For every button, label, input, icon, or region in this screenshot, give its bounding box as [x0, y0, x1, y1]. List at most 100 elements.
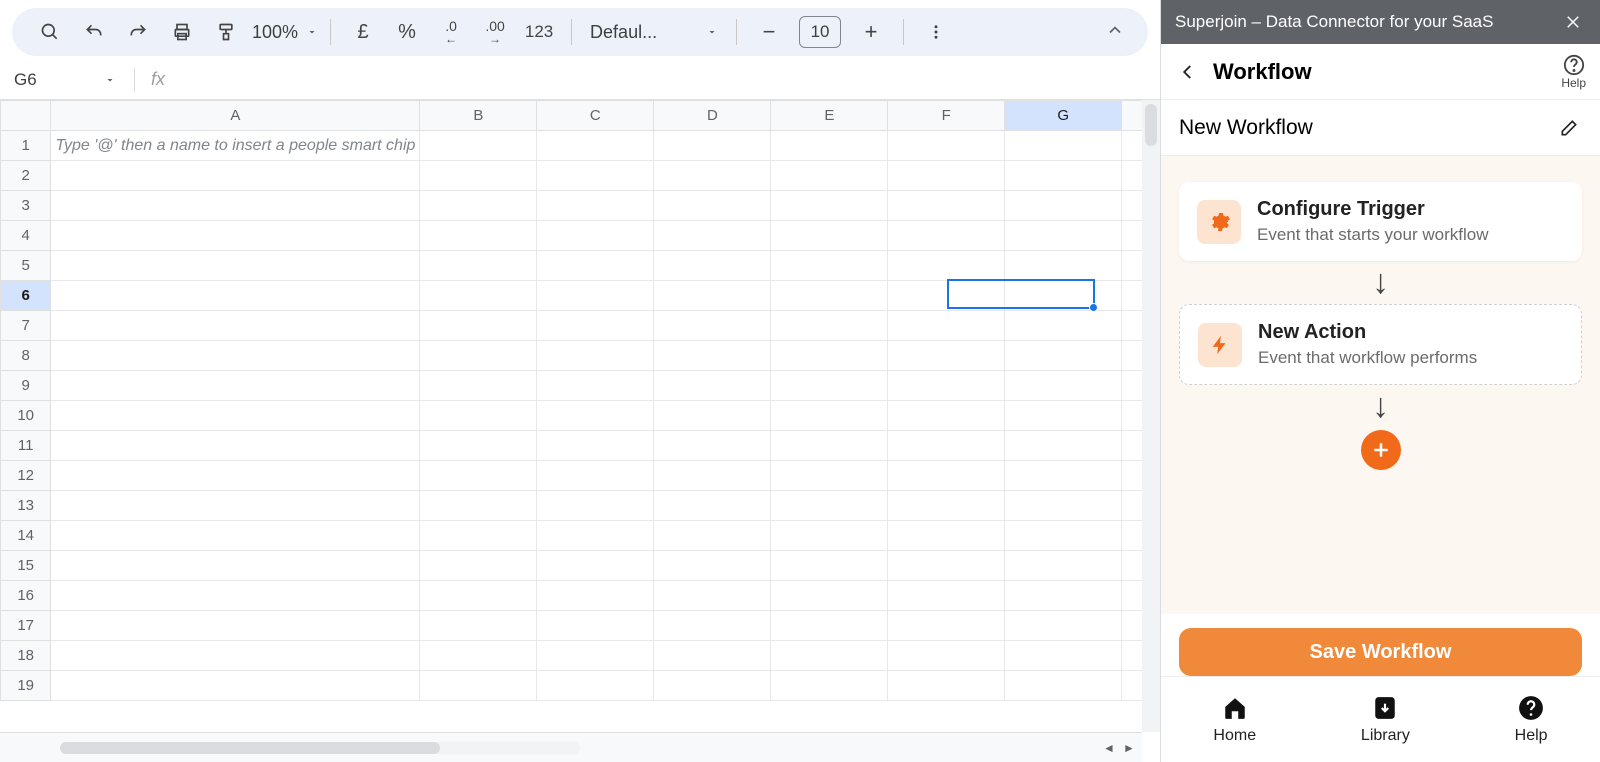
cell[interactable] [420, 641, 537, 671]
scroll-left-icon[interactable]: ◄ [1100, 739, 1118, 757]
undo-icon[interactable] [74, 12, 114, 52]
cell[interactable] [654, 581, 771, 611]
footer-home[interactable]: Home [1213, 695, 1256, 745]
cell[interactable] [537, 131, 654, 161]
cell[interactable] [654, 551, 771, 581]
cell[interactable] [654, 641, 771, 671]
increase-font-size-button[interactable]: + [851, 12, 891, 52]
cell[interactable] [888, 551, 1005, 581]
cell[interactable] [420, 281, 537, 311]
increase-decimal-button[interactable]: .00 → [475, 12, 515, 52]
column-header[interactable]: C [537, 101, 654, 131]
search-icon[interactable] [30, 12, 70, 52]
cell[interactable] [51, 161, 420, 191]
row-header[interactable]: 6 [1, 281, 51, 311]
cell[interactable] [888, 431, 1005, 461]
cell[interactable] [420, 251, 537, 281]
cell[interactable] [420, 191, 537, 221]
cell[interactable] [51, 281, 420, 311]
cell[interactable] [771, 521, 888, 551]
cell[interactable] [888, 491, 1005, 521]
cell[interactable] [420, 371, 537, 401]
cell[interactable] [888, 221, 1005, 251]
vertical-scrollbar[interactable] [1142, 100, 1160, 732]
cell[interactable] [537, 191, 654, 221]
cell[interactable] [654, 371, 771, 401]
cell[interactable] [1005, 521, 1122, 551]
select-all-corner[interactable] [1, 101, 51, 131]
cell[interactable] [537, 671, 654, 701]
cell[interactable] [1005, 251, 1122, 281]
cell[interactable] [1005, 491, 1122, 521]
cell[interactable]: Type '@' then a name to insert a people … [51, 131, 420, 161]
row-header[interactable]: 1 [1, 131, 51, 161]
cell[interactable] [1005, 281, 1122, 311]
cell[interactable] [51, 611, 420, 641]
cell[interactable] [771, 401, 888, 431]
row-header[interactable]: 19 [1, 671, 51, 701]
cell[interactable] [654, 491, 771, 521]
cell[interactable] [654, 611, 771, 641]
cell[interactable] [654, 671, 771, 701]
configure-trigger-card[interactable]: Configure Trigger Event that starts your… [1179, 182, 1582, 261]
cell[interactable] [888, 191, 1005, 221]
cell[interactable] [420, 551, 537, 581]
save-workflow-button[interactable]: Save Workflow [1179, 628, 1582, 676]
cell[interactable] [537, 161, 654, 191]
cell[interactable] [537, 431, 654, 461]
cell[interactable] [771, 491, 888, 521]
row-header[interactable]: 7 [1, 311, 51, 341]
cell[interactable] [420, 461, 537, 491]
cell[interactable] [51, 371, 420, 401]
row-header[interactable]: 17 [1, 611, 51, 641]
cell[interactable] [51, 251, 420, 281]
cell[interactable] [51, 521, 420, 551]
print-icon[interactable] [162, 12, 202, 52]
row-header[interactable]: 9 [1, 371, 51, 401]
cell[interactable] [771, 641, 888, 671]
cell[interactable] [654, 191, 771, 221]
cell[interactable] [537, 311, 654, 341]
cell[interactable] [537, 551, 654, 581]
cell[interactable] [888, 251, 1005, 281]
cell[interactable] [537, 491, 654, 521]
cell[interactable] [420, 311, 537, 341]
cell[interactable] [888, 161, 1005, 191]
cell[interactable] [51, 551, 420, 581]
cell[interactable] [1005, 551, 1122, 581]
row-header[interactable]: 12 [1, 461, 51, 491]
row-header[interactable]: 11 [1, 431, 51, 461]
cell[interactable] [654, 311, 771, 341]
cell[interactable] [1005, 221, 1122, 251]
cell[interactable] [420, 131, 537, 161]
cell[interactable] [888, 671, 1005, 701]
cell[interactable] [654, 431, 771, 461]
font-dropdown[interactable]: Defaul... [584, 22, 724, 43]
row-header[interactable]: 10 [1, 401, 51, 431]
cell[interactable] [888, 371, 1005, 401]
cell[interactable] [537, 461, 654, 491]
row-header[interactable]: 14 [1, 521, 51, 551]
cell[interactable] [1005, 611, 1122, 641]
cell[interactable] [537, 221, 654, 251]
collapse-toolbar-icon[interactable] [1100, 15, 1130, 45]
cell[interactable] [420, 161, 537, 191]
cell[interactable] [420, 401, 537, 431]
cell[interactable] [1005, 161, 1122, 191]
paint-format-icon[interactable] [206, 12, 246, 52]
currency-button[interactable]: £ [343, 12, 383, 52]
cell[interactable] [771, 551, 888, 581]
cell[interactable] [1005, 671, 1122, 701]
more-toolbar-icon[interactable] [916, 12, 956, 52]
cell[interactable] [51, 491, 420, 521]
cell[interactable] [888, 341, 1005, 371]
cell[interactable] [420, 581, 537, 611]
cell[interactable] [1005, 371, 1122, 401]
cell[interactable] [537, 581, 654, 611]
cell[interactable] [771, 461, 888, 491]
column-header[interactable]: F [888, 101, 1005, 131]
cell[interactable] [654, 281, 771, 311]
help-button[interactable]: Help [1561, 54, 1586, 90]
cell[interactable] [654, 131, 771, 161]
cell[interactable] [654, 251, 771, 281]
